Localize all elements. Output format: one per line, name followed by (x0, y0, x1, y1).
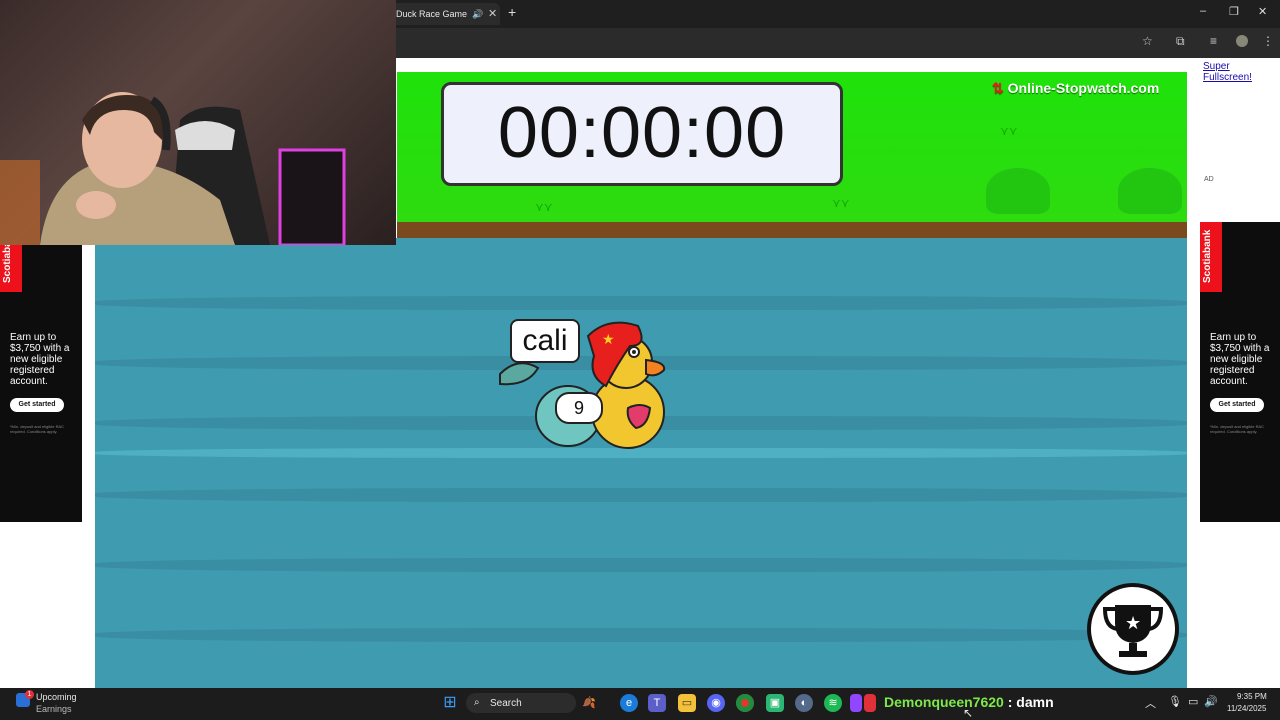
browser-tab[interactable]: Duck Race Game 🔊 ✕ (388, 3, 500, 25)
search-icon: ⌕ (474, 697, 480, 708)
ad-fine-print: *Min. deposit and eligible RAC required.… (10, 424, 65, 434)
stopwatch-timer: 00:00:00 (441, 82, 843, 186)
duck-name-bubble: cali (510, 319, 580, 363)
search-highlight-icon: 🍂 (582, 697, 596, 709)
right-ad-banner[interactable]: Scotiabank Earn up to $3,750 with a new … (1200, 222, 1280, 522)
profile-avatar[interactable] (1236, 35, 1248, 47)
ad-copy: Earn up to $3,750 with a new eligible re… (10, 332, 70, 387)
edge-icon[interactable]: e (620, 694, 638, 712)
twitch-icon[interactable] (850, 694, 862, 712)
bank-logo: Scotiabank (1202, 229, 1213, 283)
browser-app-icon[interactable]: ◐ (795, 694, 813, 712)
minimize-button[interactable]: – (1200, 5, 1206, 17)
clock-time[interactable]: 9:35 PM (1237, 692, 1267, 701)
streamer-webcam-image (0, 92, 346, 245)
chrome-icon[interactable] (736, 694, 754, 712)
show-hidden-icons-button[interactable]: ︿ (1145, 695, 1156, 711)
teams-icon[interactable]: T (648, 694, 666, 712)
ad-fine-print: *Min. deposit and eligible RAC required.… (1210, 424, 1265, 434)
search-label: Search (490, 698, 522, 709)
media-control-icon[interactable]: ≡ (1210, 34, 1217, 48)
close-window-button[interactable]: ✕ (1258, 5, 1267, 18)
svg-text:★: ★ (602, 331, 615, 347)
chat-separator: : (1007, 694, 1013, 710)
svg-text:★: ★ (1125, 613, 1141, 633)
ad-copy: Earn up to $3,750 with a new eligible re… (1210, 332, 1270, 387)
microphone-icon[interactable]: 🎙 (1168, 695, 1182, 708)
new-tab-button[interactable]: + (508, 4, 516, 20)
speaker-icon[interactable]: 🔊 (472, 3, 483, 25)
tab-close-icon[interactable]: ✕ (488, 3, 497, 25)
ad-get-started-button[interactable]: Get started (1210, 398, 1264, 412)
trophy-icon: ★ (1102, 605, 1164, 657)
ad-label: AD (1204, 176, 1214, 183)
app-red-icon[interactable] (864, 694, 876, 712)
tab-title: Duck Race Game (396, 9, 468, 19)
duck-number-badge: 9 (555, 392, 603, 424)
widget-badge: 1 (25, 690, 34, 699)
windows-start-icon[interactable]: ⊞ (441, 694, 459, 712)
grass-tuft: ⋎⋎ (832, 196, 850, 210)
discord-icon[interactable]: ◉ (707, 694, 725, 712)
chat-username: Demonqueen7620 (884, 694, 1004, 710)
app-icon[interactable]: ▣ (766, 694, 784, 712)
ad-get-started-button[interactable]: Get started (10, 398, 64, 412)
widget-title[interactable]: Upcoming (36, 692, 77, 702)
volume-icon[interactable]: 🔊 (1204, 695, 1218, 708)
river-water (95, 238, 1187, 688)
extensions-icon[interactable]: ⧉ (1176, 34, 1185, 49)
bookmark-star-icon[interactable]: ☆ (1142, 34, 1153, 48)
browser-menu-icon[interactable]: ⋮ (1262, 34, 1274, 48)
leaderboard-trophy-button[interactable]: ★ (1087, 583, 1179, 675)
grass-tuft: ⋎⋎ (535, 200, 553, 214)
left-ad-banner[interactable]: Scotiabank Earn up to $3,750 with a new … (0, 222, 82, 522)
network-icon[interactable]: ▭ (1188, 695, 1198, 708)
widget-subtitle[interactable]: Earnings (36, 704, 72, 714)
brand-text: Online-Stopwatch.com (1007, 80, 1160, 96)
webcam-overlay (0, 0, 396, 245)
taskbar-search[interactable]: ⌕ Search 🍂 (466, 693, 596, 713)
arrows-icon: ⇅ (992, 80, 1004, 96)
windows-taskbar (0, 688, 1280, 720)
spotify-icon[interactable]: ≋ (824, 694, 842, 712)
bush (1118, 168, 1182, 214)
mouse-cursor-icon: ↖ (963, 706, 974, 720)
file-explorer-icon[interactable]: ▭ (678, 694, 696, 712)
grass-tuft: ⋎⋎ (1000, 124, 1018, 138)
bush (986, 168, 1050, 214)
brand-logo[interactable]: ⇅ Online-Stopwatch.com (992, 80, 1159, 97)
chat-text: damn (1016, 694, 1054, 710)
super-fullscreen-link[interactable]: Super Fullscreen! (1203, 61, 1280, 83)
clock-date[interactable]: 11/24/2025 (1227, 704, 1266, 713)
maximize-button[interactable]: ❐ (1229, 5, 1239, 18)
